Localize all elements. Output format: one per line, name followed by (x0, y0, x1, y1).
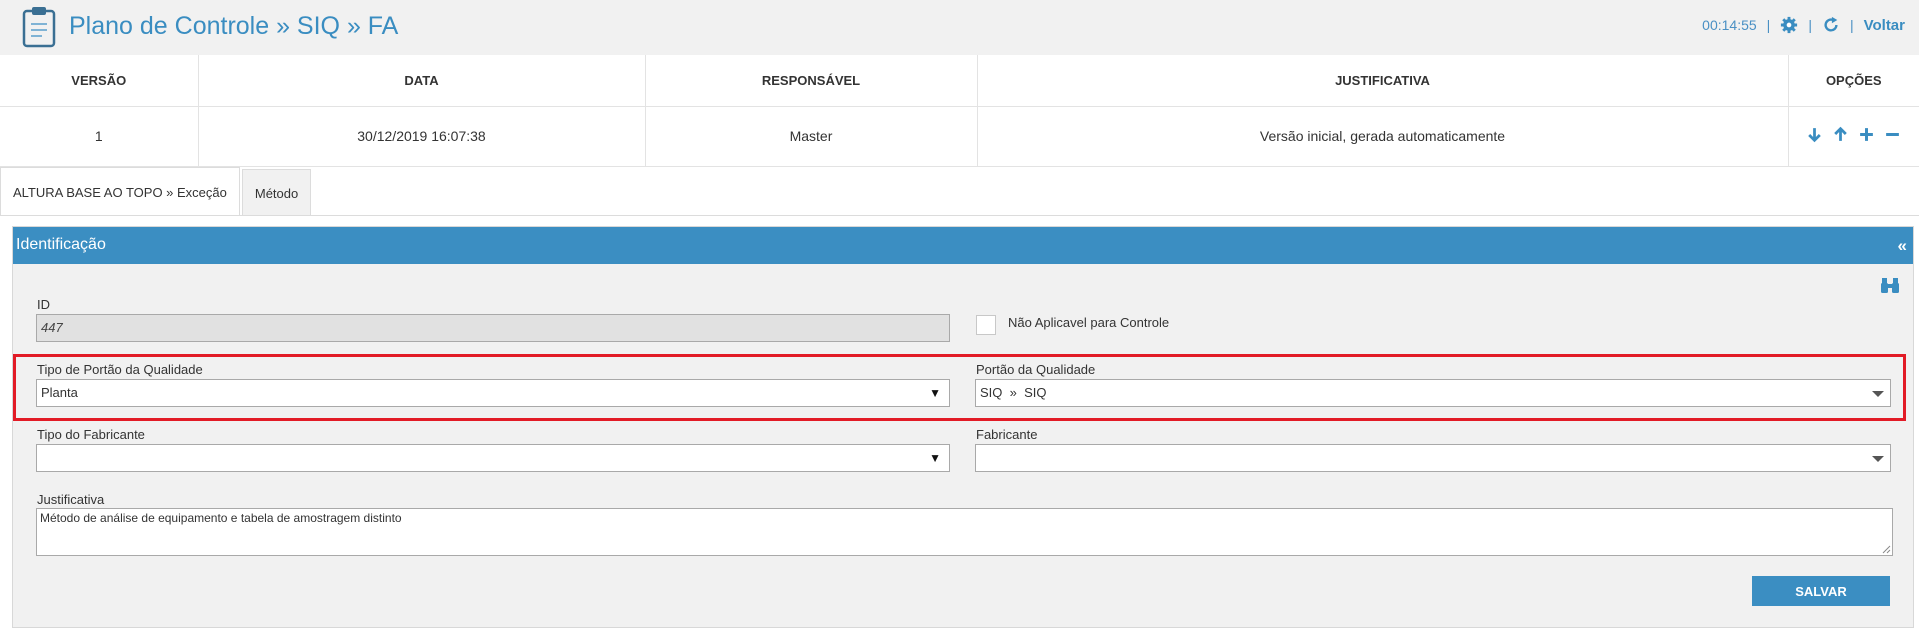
tipo-portao-value: Planta (41, 385, 78, 400)
tipo-portao-select[interactable]: Planta ▼ (36, 379, 950, 407)
column-header-opcoes: OPÇÕES (1788, 55, 1919, 107)
nao-aplicavel-label: Não Aplicavel para Controle (1008, 315, 1170, 330)
gear-icon[interactable] (1780, 16, 1798, 34)
arrow-up-icon[interactable] (1832, 126, 1849, 143)
chevron-down-icon (1872, 391, 1884, 397)
binoculars-icon[interactable] (1880, 276, 1900, 294)
cell-responsavel: Master (645, 106, 978, 167)
arrow-down-icon[interactable] (1806, 126, 1823, 143)
panel-header: Identificação « (13, 227, 1913, 264)
save-button[interactable]: SALVAR (1752, 576, 1890, 606)
fabricante-select[interactable] (975, 444, 1891, 472)
plus-icon[interactable] (1858, 126, 1875, 143)
justificativa-label: Justificativa (37, 492, 105, 507)
tipo-portao-label: Tipo de Portão da Qualidade (37, 362, 203, 377)
justificativa-textarea[interactable]: Método de análise de equipamento e tabel… (36, 508, 1893, 556)
session-clock: 00:14:55 (1702, 17, 1757, 33)
tab-bar: ALTURA BASE AO TOPO » Exceção Método (0, 167, 313, 216)
identificacao-panel: Identificação « ID 447 Não Aplicavel par… (12, 226, 1914, 628)
tipo-fabricante-label: Tipo do Fabricante (37, 427, 145, 442)
minus-icon[interactable] (1884, 126, 1901, 143)
divider: | (1849, 17, 1854, 33)
tab-metodo[interactable]: Método (241, 169, 312, 216)
id-field: 447 (36, 314, 950, 342)
table-row[interactable]: 1 30/12/2019 16:07:38 Master Versão inic… (0, 106, 1919, 167)
app-header: Plano de Controle » SIQ » FA 00:14:55 | … (0, 0, 1919, 55)
page-title: Plano de Controle » SIQ » FA (69, 12, 399, 40)
cell-data: 30/12/2019 16:07:38 (198, 106, 646, 167)
cell-opcoes (1788, 106, 1919, 167)
fabricante-label: Fabricante (976, 427, 1038, 442)
back-link[interactable]: Voltar (1864, 17, 1905, 34)
tab-altura-base[interactable]: ALTURA BASE AO TOPO » Exceção (0, 167, 240, 216)
portao-select[interactable]: SIQ » SIQ (975, 379, 1891, 407)
tabs-divider (0, 215, 1919, 216)
chevron-down-icon: ▼ (929, 451, 941, 465)
chevron-down-icon: ▼ (929, 386, 941, 400)
collapse-icon[interactable]: « (1898, 236, 1907, 256)
column-header-responsavel: RESPONSÁVEL (645, 55, 978, 107)
divider: | (1808, 17, 1812, 33)
table-header-row: VERSÃO DATA RESPONSÁVEL JUSTIFICATIVA OP… (0, 55, 1919, 107)
id-label: ID (37, 297, 50, 312)
refresh-icon[interactable] (1822, 16, 1840, 34)
cell-justificativa: Versão inicial, gerada automaticamente (977, 106, 1789, 167)
clipboard-icon (22, 7, 56, 48)
portao-label: Portão da Qualidade (976, 362, 1096, 377)
tipo-fabricante-select[interactable]: ▼ (36, 444, 950, 472)
portao-value: SIQ » SIQ (980, 385, 1047, 400)
column-header-data: DATA (198, 55, 646, 107)
versions-table: VERSÃO DATA RESPONSÁVEL JUSTIFICATIVA OP… (0, 55, 1919, 167)
column-header-versao: VERSÃO (0, 55, 199, 107)
resize-grip-icon[interactable] (1881, 544, 1891, 554)
column-header-justificativa: JUSTIFICATIVA (977, 55, 1789, 107)
cell-versao: 1 (0, 106, 199, 167)
divider: | (1766, 17, 1771, 33)
justificativa-value: Método de análise de equipamento e tabel… (40, 511, 402, 525)
chevron-down-icon (1872, 456, 1884, 462)
panel-title: Identificação (16, 236, 106, 253)
nao-aplicavel-checkbox[interactable] (976, 315, 996, 335)
